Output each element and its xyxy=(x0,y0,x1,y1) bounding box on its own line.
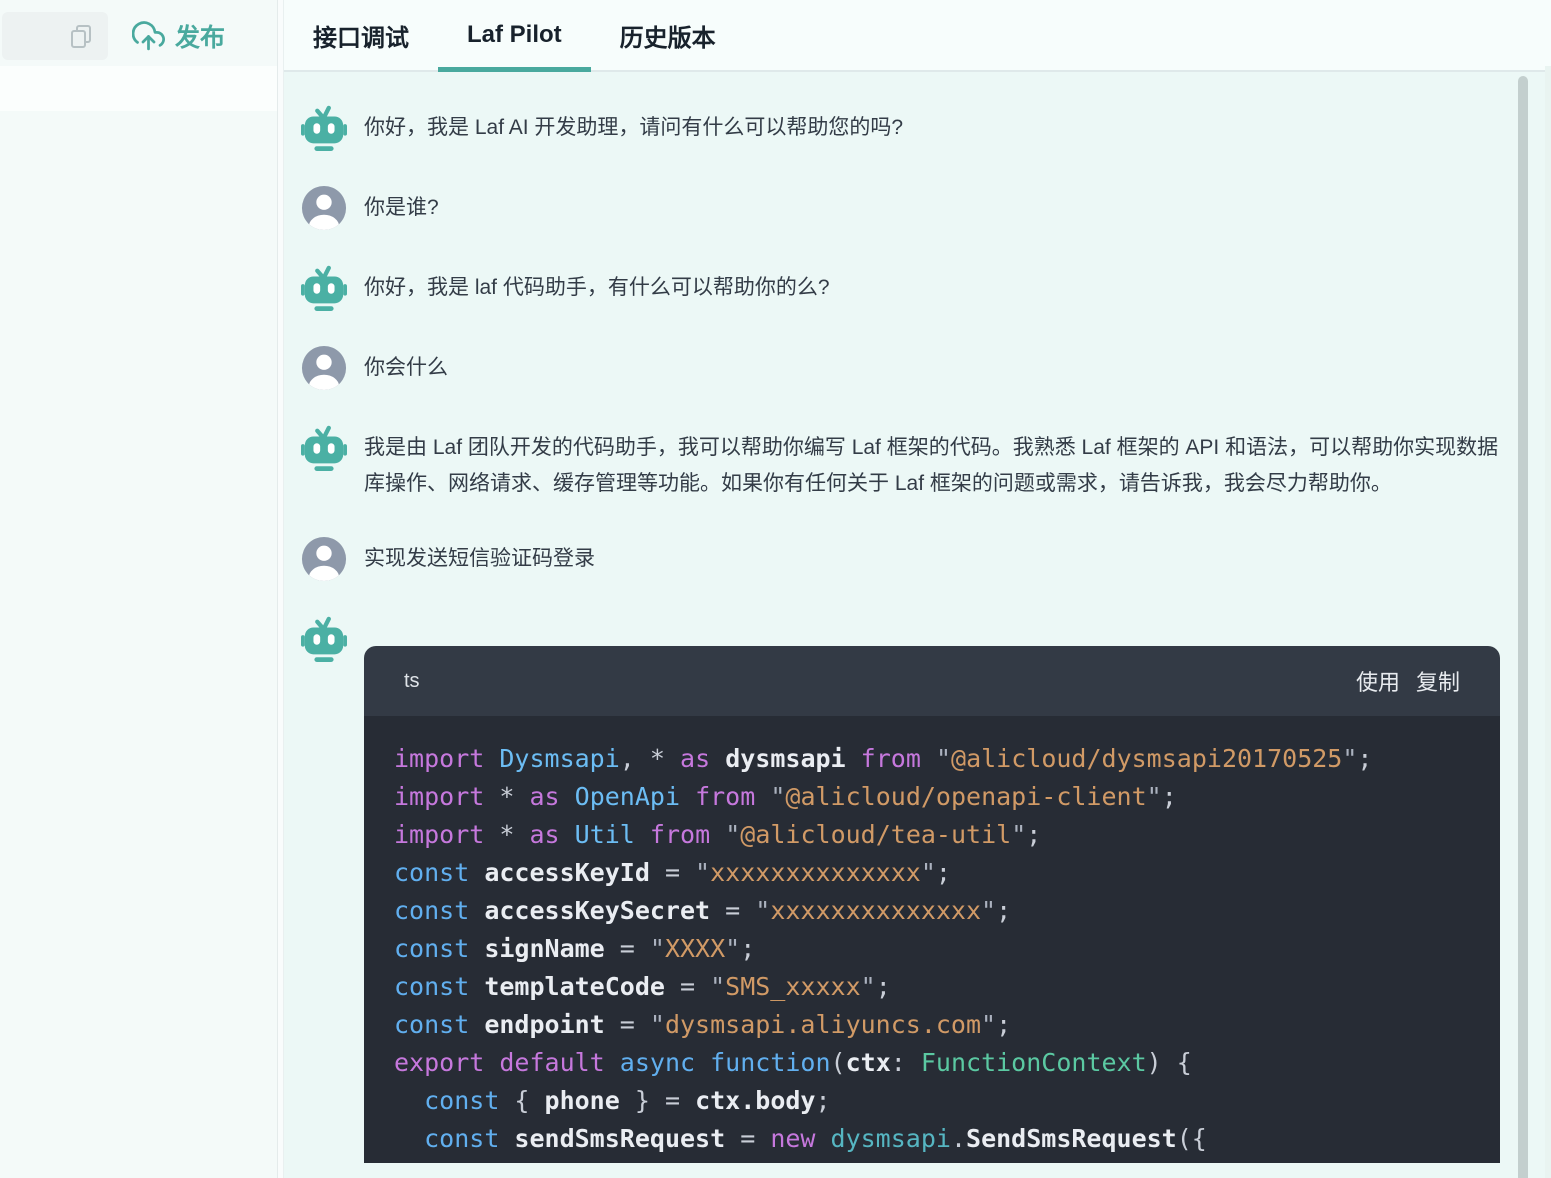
code-actions: 使用 复制 xyxy=(1356,665,1460,697)
laf-pilot-window: 发布 接口调试 Laf Pilot 历史版本 你好，我是 Laf AI 开发助理… xyxy=(0,0,1551,1178)
code-block: ts 使用 复制 import Dysmsapi, * as dysmsapi … xyxy=(364,646,1500,1163)
publish-label: 发布 xyxy=(175,18,225,54)
cloud-upload-icon xyxy=(132,20,165,53)
code-line: export default async function(ctx: Funct… xyxy=(394,1044,1500,1082)
right-gutter xyxy=(1545,66,1551,1178)
bot-avatar-icon xyxy=(301,616,347,662)
chat-message-user: 实现发送短信验证码登录 xyxy=(301,536,1551,582)
code-block-header: ts 使用 复制 xyxy=(364,646,1500,716)
code-line: const accessKeySecret = "xxxxxxxxxxxxxx"… xyxy=(394,892,1500,930)
publish-button[interactable]: 发布 xyxy=(132,18,225,54)
bot-avatar-icon xyxy=(301,425,347,471)
code-line: import Dysmsapi, * as dysmsapi from "@al… xyxy=(394,740,1500,778)
tab-history-versions[interactable]: 历史版本 xyxy=(591,0,745,70)
chat-message-bot-code: ts 使用 复制 import Dysmsapi, * as dysmsapi … xyxy=(301,616,1551,1163)
user-avatar-icon xyxy=(301,536,347,582)
code-line: import * as OpenApi from "@alicloud/open… xyxy=(394,778,1500,816)
sidebar-toolbar: 发布 xyxy=(0,12,277,60)
use-code-button[interactable]: 使用 xyxy=(1356,665,1400,697)
message-text: 你是谁? xyxy=(364,185,439,231)
bot-avatar-icon xyxy=(301,105,347,151)
chat-message-user: 你会什么 xyxy=(301,345,1551,391)
message-text: 实现发送短信验证码登录 xyxy=(364,536,595,582)
code-line: import * as Util from "@alicloud/tea-uti… xyxy=(394,816,1500,854)
chat-area: 你好，我是 Laf AI 开发助理，请问有什么可以帮助您的吗? 你是谁? 你好，… xyxy=(284,72,1551,1178)
code-line: const { phone } = ctx.body; xyxy=(394,1082,1500,1120)
code-line: const accessKeyId = "xxxxxxxxxxxxxx"; xyxy=(394,854,1500,892)
code-body: import Dysmsapi, * as dysmsapi from "@al… xyxy=(364,716,1500,1163)
chat-message-bot: 你好，我是 laf 代码助手，有什么可以帮助你的么? xyxy=(301,265,1551,311)
sidebar-empty-area xyxy=(0,66,277,111)
message-text: 你好，我是 Laf AI 开发助理，请问有什么可以帮助您的吗? xyxy=(364,105,903,151)
message-list: 你好，我是 Laf AI 开发助理，请问有什么可以帮助您的吗? 你是谁? 你好，… xyxy=(301,105,1551,582)
user-avatar-icon xyxy=(301,185,347,231)
user-avatar-icon xyxy=(301,345,347,391)
tab-bar: 接口调试 Laf Pilot 历史版本 xyxy=(284,0,1551,72)
chat-scrollbar-thumb[interactable] xyxy=(1518,76,1528,1178)
copy-code-button[interactable]: 复制 xyxy=(1416,665,1460,697)
bot-avatar-icon xyxy=(301,265,347,311)
code-language-label: ts xyxy=(404,670,420,693)
main-panel: 接口调试 Laf Pilot 历史版本 你好，我是 Laf AI 开发助理，请问… xyxy=(284,0,1551,1178)
code-line: const templateCode = "SMS_xxxxx"; xyxy=(394,968,1500,1006)
tab-api-debug[interactable]: 接口调试 xyxy=(284,0,438,70)
sidebar: 发布 xyxy=(0,0,278,1178)
copy-icon xyxy=(68,23,94,49)
message-text: 我是由 Laf 团队开发的代码助手，我可以帮助你编写 Laf 框架的代码。我熟悉… xyxy=(364,425,1503,502)
tab-laf-pilot[interactable]: Laf Pilot xyxy=(438,0,591,70)
chat-message-bot: 你好，我是 Laf AI 开发助理，请问有什么可以帮助您的吗? xyxy=(301,105,1551,151)
message-text: 你会什么 xyxy=(364,345,448,391)
code-line: const sendSmsRequest = new dysmsapi.Send… xyxy=(394,1120,1500,1158)
chat-message-user: 你是谁? xyxy=(301,185,1551,231)
copy-button[interactable] xyxy=(2,12,108,60)
message-text: 你好，我是 laf 代码助手，有什么可以帮助你的么? xyxy=(364,265,830,311)
code-line: const endpoint = "dysmsapi.aliyuncs.com"… xyxy=(394,1006,1500,1044)
chat-message-bot: 我是由 Laf 团队开发的代码助手，我可以帮助你编写 Laf 框架的代码。我熟悉… xyxy=(301,425,1551,502)
code-line: const signName = "XXXX"; xyxy=(394,930,1500,968)
